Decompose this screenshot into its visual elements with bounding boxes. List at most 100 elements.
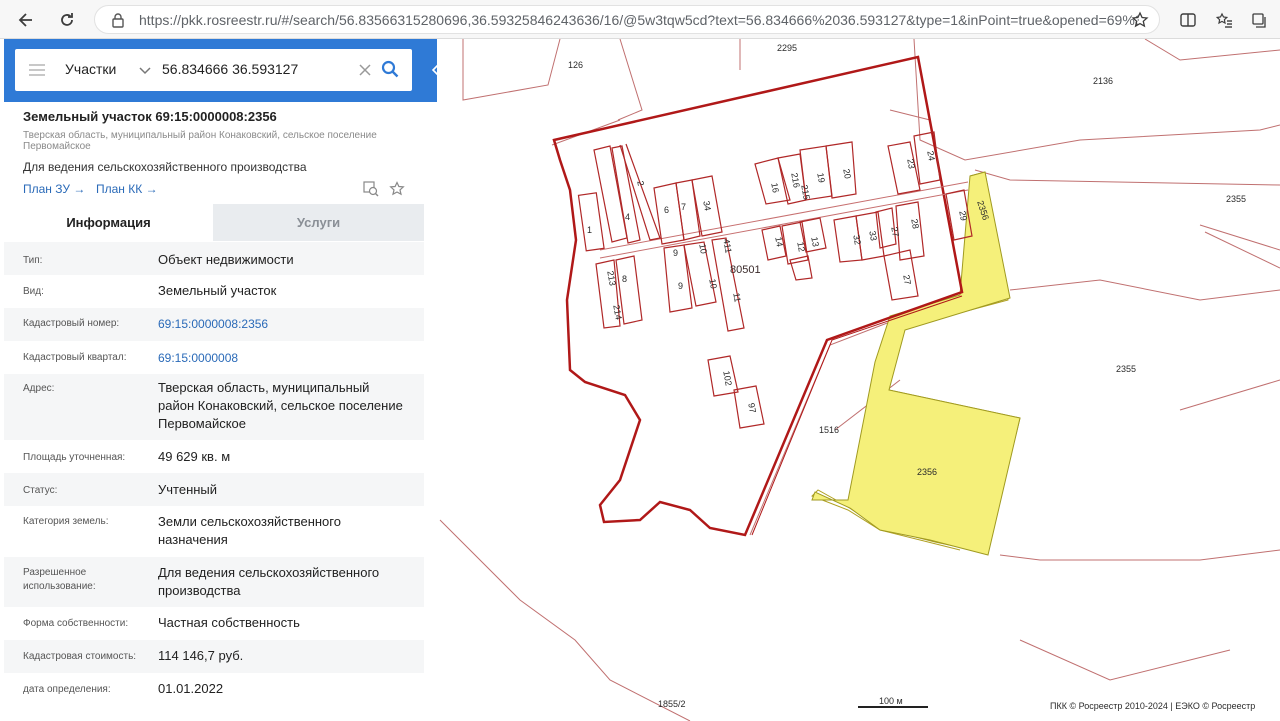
- parcel-boundaries: [439, 39, 1280, 721]
- row-value: Тверская область, муниципальный район Ко…: [158, 380, 403, 431]
- map-label: 2: [635, 180, 646, 187]
- favorite-icon[interactable]: [389, 181, 405, 202]
- back-icon[interactable]: [12, 6, 40, 34]
- map-label: 2355: [1226, 194, 1246, 204]
- search-header: Участки 56.834666 36.593127: [4, 39, 439, 102]
- cadastral-quarter-link[interactable]: 69:15:0000008: [158, 349, 418, 367]
- row-label: дата определения:: [23, 684, 111, 695]
- clear-icon[interactable]: [359, 63, 371, 81]
- category-select[interactable]: Участки: [65, 61, 116, 77]
- tab-info[interactable]: Информация: [4, 204, 213, 241]
- tab-services[interactable]: Услуги: [213, 204, 424, 241]
- favorites-icon[interactable]: [1210, 6, 1238, 34]
- row-value: Учтенный: [158, 482, 218, 497]
- row-label: Кадастровый квартал:: [23, 352, 127, 363]
- map-label: 411: [721, 238, 733, 254]
- row-label: Статус:: [23, 485, 58, 496]
- map-label: 9: [678, 281, 683, 291]
- lock-icon[interactable]: [111, 12, 125, 33]
- row-label: Разрешенное использование:: [23, 567, 96, 592]
- info-row: Вид: Земельный участок: [4, 275, 424, 308]
- cadastral-number-link[interactable]: 69:15:0000008:2356: [158, 315, 418, 333]
- info-row: дата определения: 01.01.2022: [4, 673, 424, 706]
- map-label: 19: [815, 172, 827, 184]
- map-label: 8: [622, 274, 627, 284]
- map-label: 1855/2: [658, 699, 686, 709]
- map-label: 34: [701, 200, 713, 212]
- row-label: Кадастровая стоимость:: [23, 651, 137, 662]
- row-label: Тип:: [23, 255, 43, 266]
- map-label: 4: [625, 212, 630, 222]
- map-label: 214: [611, 304, 623, 321]
- search-icon[interactable]: [381, 60, 399, 83]
- plan-zu-label: План ЗУ: [23, 182, 70, 196]
- info-row: Тип: Объект недвижимости: [4, 242, 424, 275]
- row-label: Кадастровый номер:: [23, 318, 120, 329]
- map-label: 13: [809, 236, 821, 248]
- map-label: 32: [851, 234, 863, 246]
- map-label: 29: [957, 210, 969, 222]
- row-value: 01.01.2022: [158, 681, 224, 696]
- info-panel: Участки 56.834666 36.593127 Земельный уч…: [0, 39, 439, 721]
- map-label: 12: [795, 241, 807, 253]
- map-label: 20: [841, 168, 853, 180]
- map-label: 213: [605, 270, 617, 287]
- arrow-right-icon: →: [145, 182, 158, 196]
- map-label: 28: [909, 218, 921, 230]
- map-label: 33: [867, 230, 879, 242]
- arrow-right-icon: →: [73, 182, 86, 196]
- map-label: 23: [905, 158, 917, 170]
- map-label: 2356: [917, 467, 937, 477]
- info-row: Кадастровый квартал: 69:15:0000008: [4, 341, 424, 374]
- browser-toolbar: https://pkk.rosreestr.ru/#/search/56.835…: [0, 0, 1280, 39]
- address-bar[interactable]: https://pkk.rosreestr.ru/#/search/56.835…: [94, 5, 1160, 34]
- map-label: 7: [681, 202, 686, 212]
- row-value: Объект недвижимости: [158, 252, 294, 267]
- map-label: 2355: [1116, 364, 1136, 374]
- menu-icon[interactable]: [29, 63, 45, 82]
- row-value: Для ведения сельскохозяйственного произв…: [158, 565, 380, 598]
- tab-bar: Информация Услуги: [4, 204, 424, 241]
- info-row: Разрешенное использование: Для ведения с…: [4, 557, 424, 607]
- search-box: Участки 56.834666 36.593127: [15, 49, 412, 91]
- info-row: Категория земель: Земли сельскохозяйстве…: [4, 506, 424, 557]
- parcel-title: Земельный участок 69:15:0000008:2356: [23, 109, 277, 124]
- split-screen-icon[interactable]: [1174, 6, 1202, 34]
- collections-icon[interactable]: [1245, 6, 1273, 34]
- map-canvas[interactable]: 2295 126 2136 2355 2355 2356 2356 1516 8…: [438, 39, 1280, 721]
- favorite-star-icon[interactable]: [1126, 6, 1154, 34]
- refresh-icon[interactable]: [53, 6, 81, 34]
- map-label: 10: [707, 278, 719, 290]
- zoom-to-object-icon[interactable]: [363, 181, 379, 202]
- plan-zu-link[interactable]: План ЗУ →: [23, 182, 85, 196]
- info-row: Статус: Учтенный: [4, 473, 424, 506]
- row-value: 49 629 кв. м: [158, 449, 231, 464]
- info-row: Форма собственности: Частная собственнос…: [4, 607, 424, 640]
- info-row: Кадастровая стоимость: 114 146,7 руб.: [4, 640, 424, 673]
- scale-label: 100 м: [879, 696, 903, 706]
- map-label: 2136: [1093, 76, 1113, 86]
- row-label: Площадь уточненная:: [23, 452, 126, 463]
- row-label: Форма собственности:: [23, 618, 129, 629]
- parcel-address: Тверская область, муниципальный район Ко…: [23, 130, 377, 152]
- plan-kk-label: План КК: [96, 182, 143, 196]
- row-value: Земли сельскохозяйственного назначения: [158, 514, 341, 547]
- cadastral-map[interactable]: 2295 126 2136 2355 2355 2356 2356 1516 8…: [438, 39, 1280, 721]
- map-label: 9: [673, 248, 678, 258]
- map-label: 10: [697, 243, 709, 255]
- row-value: Земельный участок: [158, 283, 277, 298]
- map-label: 16: [769, 182, 781, 194]
- info-row: Адрес: Тверская область, муниципальный р…: [4, 374, 424, 440]
- chevron-down-icon[interactable]: [139, 63, 151, 81]
- map-label: 215: [799, 184, 811, 201]
- plan-kk-link[interactable]: План КК →: [96, 182, 158, 196]
- selected-parcel-2356[interactable]: [811, 171, 1021, 556]
- map-label: 126: [568, 60, 583, 70]
- map-label: 102: [721, 370, 733, 387]
- row-label: Категория земель:: [23, 516, 109, 527]
- search-input[interactable]: 56.834666 36.593127: [162, 61, 298, 77]
- row-label: Вид:: [23, 286, 44, 297]
- parcel-purpose: Для ведения сельскохозяйственного произв…: [23, 160, 307, 174]
- row-value: Частная собственность: [158, 615, 300, 630]
- map-label: 11: [731, 292, 742, 303]
